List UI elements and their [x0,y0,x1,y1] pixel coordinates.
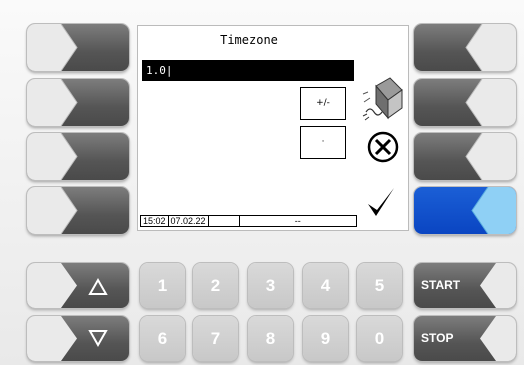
eraser-icon[interactable] [360,76,404,122]
down-arrow-button[interactable] [27,316,129,361]
numkey-5[interactable]: 5 [357,263,402,308]
numkey-7[interactable]: 7 [193,316,238,361]
status-date: 07.02.22 [169,216,209,226]
right-softkey-1[interactable] [414,24,516,71]
numkey-2[interactable]: 2 [193,263,238,308]
left-softkey-3[interactable] [27,133,129,180]
screen-title: Timezone [220,33,278,47]
start-button[interactable]: START [414,263,516,308]
stop-button[interactable]: STOP [414,316,516,361]
numkey-3[interactable]: 3 [248,263,293,308]
numkey-6[interactable]: 6 [140,316,185,361]
checkmark-icon[interactable] [364,184,398,220]
cancel-x-icon[interactable] [366,130,400,164]
left-softkey-1[interactable] [27,24,129,71]
left-softkey-2[interactable] [27,79,129,126]
right-softkey-3[interactable] [414,133,516,180]
numkey-0[interactable]: 0 [357,316,402,361]
status-time: 15:02 [141,216,169,226]
timezone-input[interactable]: 1.0| [142,60,354,81]
plus-minus-key[interactable]: +/- [300,87,346,120]
up-arrow-button[interactable] [27,263,129,308]
display-screen: Timezone 1.0| +/- · 15:02 07.02.22 -- [137,25,409,231]
numkey-1[interactable]: 1 [140,263,185,308]
status-field-4: -- [294,216,301,226]
left-softkey-4[interactable] [27,187,129,234]
right-softkey-2[interactable] [414,79,516,126]
status-field-3 [209,216,240,226]
decimal-point-key[interactable]: · [300,126,346,159]
down-triangle-icon [88,330,108,348]
numkey-8[interactable]: 8 [248,316,293,361]
status-bar: 15:02 07.02.22 -- [140,215,357,227]
right-softkey-4-confirm[interactable] [414,187,516,234]
up-triangle-icon [88,277,108,295]
numkey-4[interactable]: 4 [303,263,348,308]
numkey-9[interactable]: 9 [303,316,348,361]
